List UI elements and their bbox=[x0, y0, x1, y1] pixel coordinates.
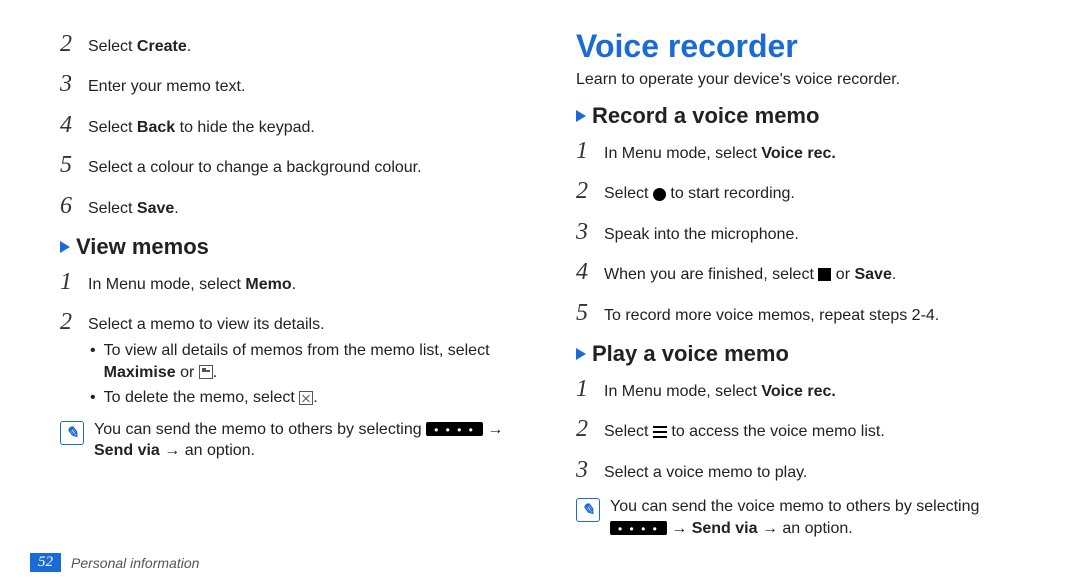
step-text: To record more voice memos, repeat steps… bbox=[604, 305, 1032, 327]
voice-recorder-title: Voice recorder bbox=[576, 28, 1032, 65]
step: 5 Select a colour to change a background … bbox=[60, 149, 516, 181]
step: 2 Select a memo to view its details.To vi… bbox=[60, 306, 516, 408]
step-text: When you are finished, select or Save. bbox=[604, 264, 1032, 286]
note-text: You can send the memo to others by selec… bbox=[94, 419, 516, 462]
stop-icon bbox=[818, 268, 831, 281]
record-steps: 1 In Menu mode, select Voice rec. 2 Select … bbox=[576, 135, 1032, 329]
play-heading: Play a voice memo bbox=[576, 341, 1032, 367]
step-text: Select Create. bbox=[88, 36, 516, 58]
heading-text: Play a voice memo bbox=[592, 341, 789, 367]
step-number: 1 bbox=[60, 266, 74, 298]
step-text: Select a colour to change a background c… bbox=[88, 157, 516, 179]
step-text: Select to start recording. bbox=[604, 183, 1032, 205]
record-icon bbox=[653, 188, 666, 201]
step: 4 Select Back to hide the keypad. bbox=[60, 109, 516, 141]
step-text: Select a voice memo to play. bbox=[604, 462, 1032, 484]
view-memos-steps: 1 In Menu mode, select Memo. 2 Select a mem… bbox=[60, 266, 516, 409]
step: 2 Select Create. bbox=[60, 28, 516, 60]
step: 1 In Menu mode, select Voice rec. bbox=[576, 135, 1032, 167]
memo-send-note: ✎ You can send the memo to others by sel… bbox=[60, 419, 516, 462]
view-memos-heading: View memos bbox=[60, 234, 516, 260]
play-steps: 1 In Menu mode, select Voice rec. 2 Select … bbox=[576, 373, 1032, 486]
list-icon bbox=[653, 426, 667, 438]
heading-text: View memos bbox=[76, 234, 209, 260]
step: 1 In Menu mode, select Voice rec. bbox=[576, 373, 1032, 405]
step-number: 5 bbox=[60, 149, 74, 181]
page-footer: 52 Personal information bbox=[30, 553, 199, 572]
step-text: In Menu mode, select Voice rec. bbox=[604, 381, 1032, 403]
section-label: Personal information bbox=[71, 555, 199, 571]
step-text: Speak into the microphone. bbox=[604, 224, 1032, 246]
step: 4 When you are finished, select or Save. bbox=[576, 256, 1032, 288]
step-number: 4 bbox=[60, 109, 74, 141]
delete-icon bbox=[299, 391, 313, 405]
step-number: 1 bbox=[576, 135, 590, 167]
more-options-icon: • • • • bbox=[426, 422, 483, 436]
note-icon: ✎ bbox=[576, 498, 600, 522]
step-number: 4 bbox=[576, 256, 590, 288]
left-column: 2 Select Create. 3 Enter your memo text. 4 Se… bbox=[60, 28, 516, 539]
step: 5 To record more voice memos, repeat step… bbox=[576, 297, 1032, 329]
step-text: Select to access the voice memo list. bbox=[604, 421, 1032, 443]
page-number: 52 bbox=[30, 553, 61, 572]
chevron-icon bbox=[576, 110, 586, 122]
step-number: 6 bbox=[60, 190, 74, 222]
sub-item: To view all details of memos from the me… bbox=[88, 340, 516, 383]
step-number: 3 bbox=[60, 68, 74, 100]
heading-text: Record a voice memo bbox=[592, 103, 819, 129]
step: 3 Speak into the microphone. bbox=[576, 216, 1032, 248]
step: 2 Select to start recording. bbox=[576, 175, 1032, 207]
step-text: Select Save. bbox=[88, 198, 516, 220]
record-heading: Record a voice memo bbox=[576, 103, 1032, 129]
step: 6 Select Save. bbox=[60, 190, 516, 222]
chevron-icon bbox=[576, 348, 586, 360]
step-number: 2 bbox=[60, 306, 74, 338]
step-text: In Menu mode, select Voice rec. bbox=[604, 143, 1032, 165]
note-icon: ✎ bbox=[60, 421, 84, 445]
more-options-icon: • • • • bbox=[610, 521, 667, 535]
step-text: Enter your memo text. bbox=[88, 76, 516, 98]
step-text: Select a memo to view its details.To vie… bbox=[88, 314, 516, 408]
step: 1 In Menu mode, select Memo. bbox=[60, 266, 516, 298]
sub-item: To delete the memo, select . bbox=[88, 387, 516, 409]
step-text: Select Back to hide the keypad. bbox=[88, 117, 516, 139]
step-number: 2 bbox=[576, 413, 590, 445]
step: 3 Enter your memo text. bbox=[60, 68, 516, 100]
voice-send-note: ✎ You can send the voice memo to others … bbox=[576, 496, 1032, 539]
chevron-icon bbox=[60, 241, 70, 253]
step: 2 Select to access the voice memo list. bbox=[576, 413, 1032, 445]
sub-list: To view all details of memos from the me… bbox=[88, 340, 516, 409]
step-number: 1 bbox=[576, 373, 590, 405]
step-number: 2 bbox=[576, 175, 590, 207]
memo-create-steps: 2 Select Create. 3 Enter your memo text. 4 Se… bbox=[60, 28, 516, 222]
step-number: 5 bbox=[576, 297, 590, 329]
step: 3 Select a voice memo to play. bbox=[576, 454, 1032, 486]
maximise-icon bbox=[199, 365, 213, 379]
note-text: You can send the voice memo to others by… bbox=[610, 496, 1032, 539]
step-text: In Menu mode, select Memo. bbox=[88, 274, 516, 296]
voice-recorder-lead: Learn to operate your device's voice rec… bbox=[576, 71, 1032, 89]
step-number: 3 bbox=[576, 216, 590, 248]
step-number: 2 bbox=[60, 28, 74, 60]
right-column: Voice recorder Learn to operate your dev… bbox=[576, 28, 1032, 539]
step-number: 3 bbox=[576, 454, 590, 486]
